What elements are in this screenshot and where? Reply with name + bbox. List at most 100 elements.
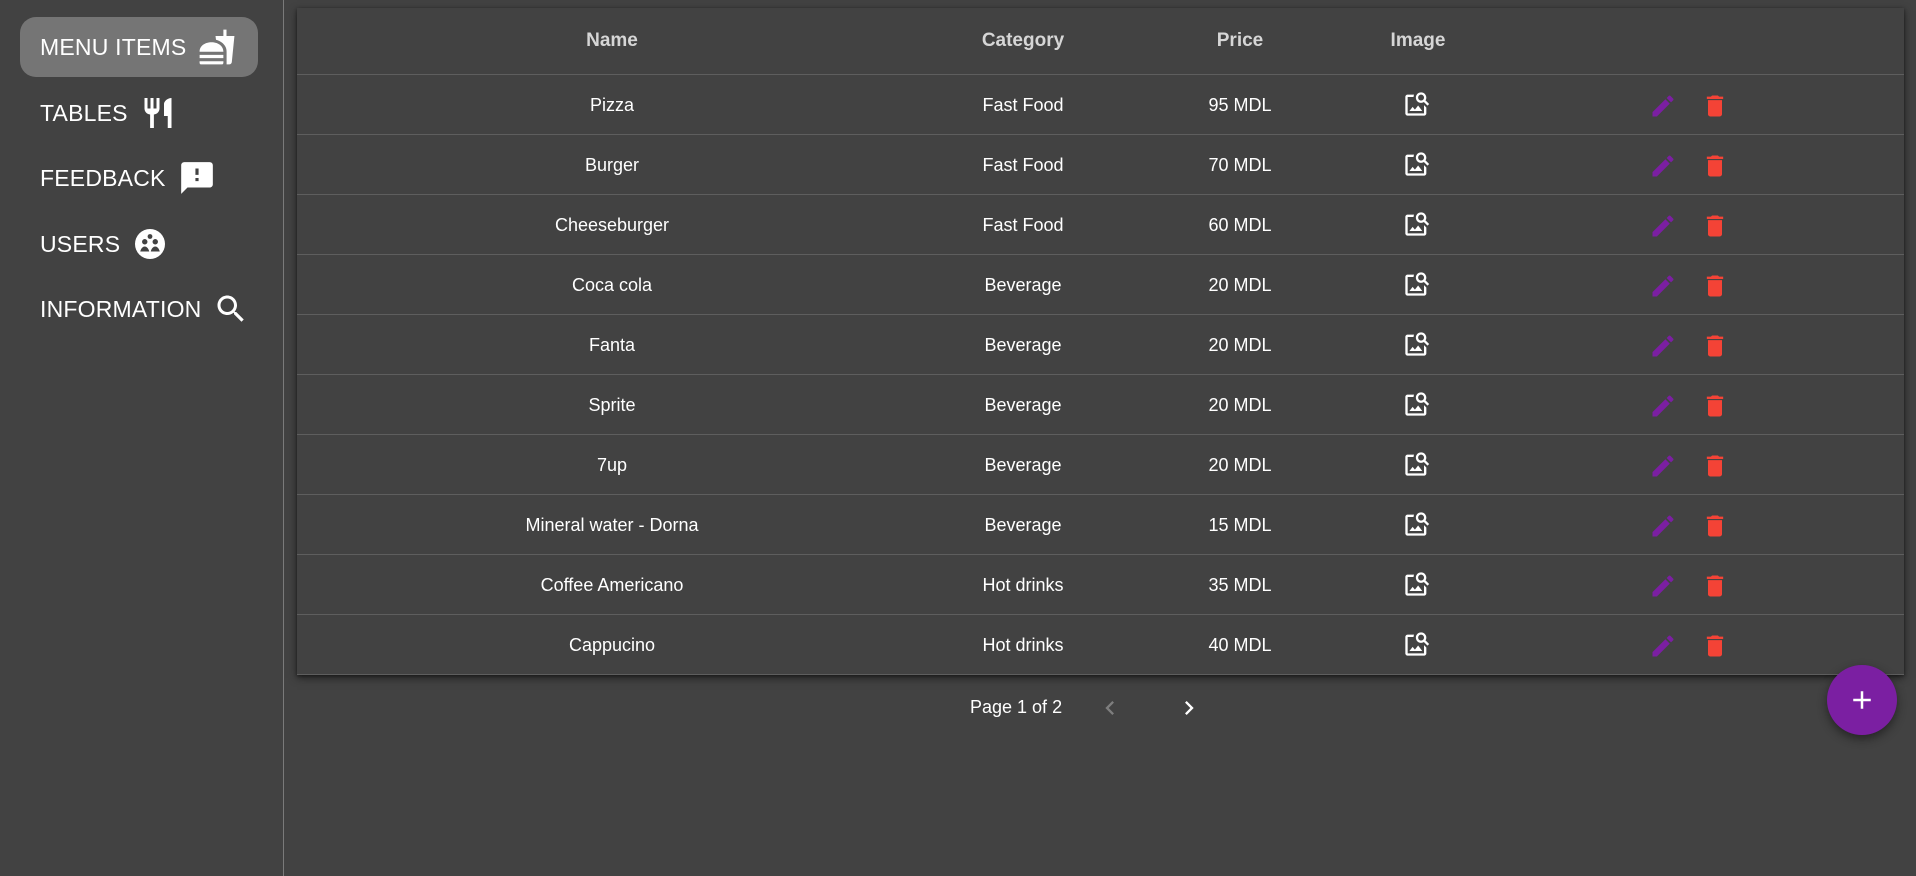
cell-category: Beverage xyxy=(984,395,1062,415)
nav-feedback[interactable]: FEEDBACK xyxy=(20,148,258,208)
pencil-icon xyxy=(1652,215,1674,237)
cell-category: Beverage xyxy=(984,455,1062,475)
column-header-price[interactable]: Price xyxy=(1217,30,1263,52)
edit-button[interactable] xyxy=(1649,92,1677,120)
nav-menu-items[interactable]: MENU ITEMS xyxy=(20,17,258,77)
image-search-icon xyxy=(1405,392,1430,416)
cell-name: Pizza xyxy=(589,95,635,115)
image-search-icon xyxy=(1405,452,1430,476)
previous-page-button[interactable] xyxy=(1096,694,1124,722)
edit-button[interactable] xyxy=(1649,212,1677,240)
table-row: Mineral water - Dorna Beverage 15 MDL xyxy=(297,495,1904,555)
table-row: Cappucino Hot drinks 40 MDL xyxy=(297,615,1904,675)
cell-name: Mineral water - Dorna xyxy=(525,515,699,535)
cell-price: 20 MDL xyxy=(1208,335,1272,355)
delete-button[interactable] xyxy=(1701,332,1725,360)
cell-price: 35 MDL xyxy=(1208,575,1272,595)
cell-name: Cheeseburger xyxy=(554,215,670,235)
table-row: Coca cola Beverage 20 MDL xyxy=(297,255,1904,315)
delete-button[interactable] xyxy=(1701,272,1725,300)
edit-button[interactable] xyxy=(1649,632,1677,660)
delete-button[interactable] xyxy=(1701,572,1725,600)
sidebar: MENU ITEMS TABLES FEEDBACK USERS INFORMA… xyxy=(0,0,284,876)
table-row: Fanta Beverage 20 MDL xyxy=(297,315,1904,375)
menu-items-table: Name Category Price Image Pizza Fast Food… xyxy=(297,8,1904,675)
view-image-button[interactable] xyxy=(1403,330,1431,358)
view-image-button[interactable] xyxy=(1403,270,1431,298)
delete-button[interactable] xyxy=(1701,152,1725,180)
delete-button[interactable] xyxy=(1701,392,1725,420)
image-search-icon xyxy=(1405,512,1430,536)
nav-label: TABLES xyxy=(40,99,128,126)
image-search-icon xyxy=(1405,632,1430,656)
delete-button[interactable] xyxy=(1701,452,1725,480)
trash-icon xyxy=(1706,335,1724,357)
delete-button[interactable] xyxy=(1701,512,1725,540)
trash-icon xyxy=(1706,395,1724,417)
next-page-button[interactable] xyxy=(1175,694,1203,722)
trash-icon xyxy=(1706,275,1724,297)
cell-name: Sprite xyxy=(588,395,636,415)
trash-icon xyxy=(1706,515,1724,537)
trash-icon xyxy=(1706,635,1724,657)
image-search-icon xyxy=(1405,572,1430,596)
edit-button[interactable] xyxy=(1649,572,1677,600)
cell-name: Burger xyxy=(584,155,640,175)
edit-button[interactable] xyxy=(1649,512,1677,540)
edit-button[interactable] xyxy=(1649,392,1677,420)
cell-name: Fanta xyxy=(588,335,636,355)
cell-price: 20 MDL xyxy=(1208,455,1272,475)
column-header-image[interactable]: Image xyxy=(1391,30,1446,52)
pencil-icon xyxy=(1652,635,1674,657)
cell-price: 95 MDL xyxy=(1208,95,1272,115)
delete-button[interactable] xyxy=(1701,212,1725,240)
view-image-button[interactable] xyxy=(1403,450,1431,478)
view-image-button[interactable] xyxy=(1403,570,1431,598)
cell-price: 15 MDL xyxy=(1208,515,1272,535)
cell-name: Cappucino xyxy=(568,635,656,655)
view-image-button[interactable] xyxy=(1403,510,1431,538)
nav-label: FEEDBACK xyxy=(40,164,166,191)
image-search-icon xyxy=(1405,272,1430,296)
add-item-button[interactable] xyxy=(1827,665,1897,735)
trash-icon xyxy=(1706,155,1724,177)
nav-users[interactable]: USERS xyxy=(20,214,258,274)
pencil-icon xyxy=(1652,575,1674,597)
cell-category: Beverage xyxy=(984,515,1062,535)
cell-category: Beverage xyxy=(984,275,1062,295)
image-search-icon xyxy=(1405,212,1430,236)
view-image-button[interactable] xyxy=(1403,90,1431,118)
cell-name: Coca cola xyxy=(571,275,653,295)
nav-label: USERS xyxy=(40,230,121,257)
cell-price: 60 MDL xyxy=(1208,215,1272,235)
cell-category: Fast Food xyxy=(982,95,1064,115)
edit-button[interactable] xyxy=(1649,152,1677,180)
delete-button[interactable] xyxy=(1701,92,1725,120)
fastfood-icon xyxy=(198,28,236,66)
view-image-button[interactable] xyxy=(1403,630,1431,658)
trash-icon xyxy=(1706,455,1724,477)
view-image-button[interactable] xyxy=(1403,210,1431,238)
nav-tables[interactable]: TABLES xyxy=(20,83,258,143)
view-image-button[interactable] xyxy=(1403,150,1431,178)
trash-icon xyxy=(1706,95,1724,117)
column-header-name[interactable]: Name xyxy=(586,30,638,52)
table-row: Cheeseburger Fast Food 60 MDL xyxy=(297,195,1904,255)
edit-button[interactable] xyxy=(1649,452,1677,480)
edit-button[interactable] xyxy=(1649,332,1677,360)
cell-category: Beverage xyxy=(984,335,1062,355)
search-icon xyxy=(213,291,249,327)
cell-price: 70 MDL xyxy=(1208,155,1272,175)
delete-button[interactable] xyxy=(1701,632,1725,660)
cell-category: Hot drinks xyxy=(982,575,1064,595)
image-search-icon xyxy=(1405,152,1430,176)
pagination-text: Page 1 of 2 xyxy=(970,697,1063,717)
view-image-button[interactable] xyxy=(1403,390,1431,418)
nav-information[interactable]: INFORMATION xyxy=(20,279,258,339)
cell-name: 7up xyxy=(596,455,628,475)
pencil-icon xyxy=(1652,155,1674,177)
cell-price: 20 MDL xyxy=(1208,275,1272,295)
column-header-category[interactable]: Category xyxy=(982,30,1064,52)
cell-category: Fast Food xyxy=(982,155,1064,175)
edit-button[interactable] xyxy=(1649,272,1677,300)
